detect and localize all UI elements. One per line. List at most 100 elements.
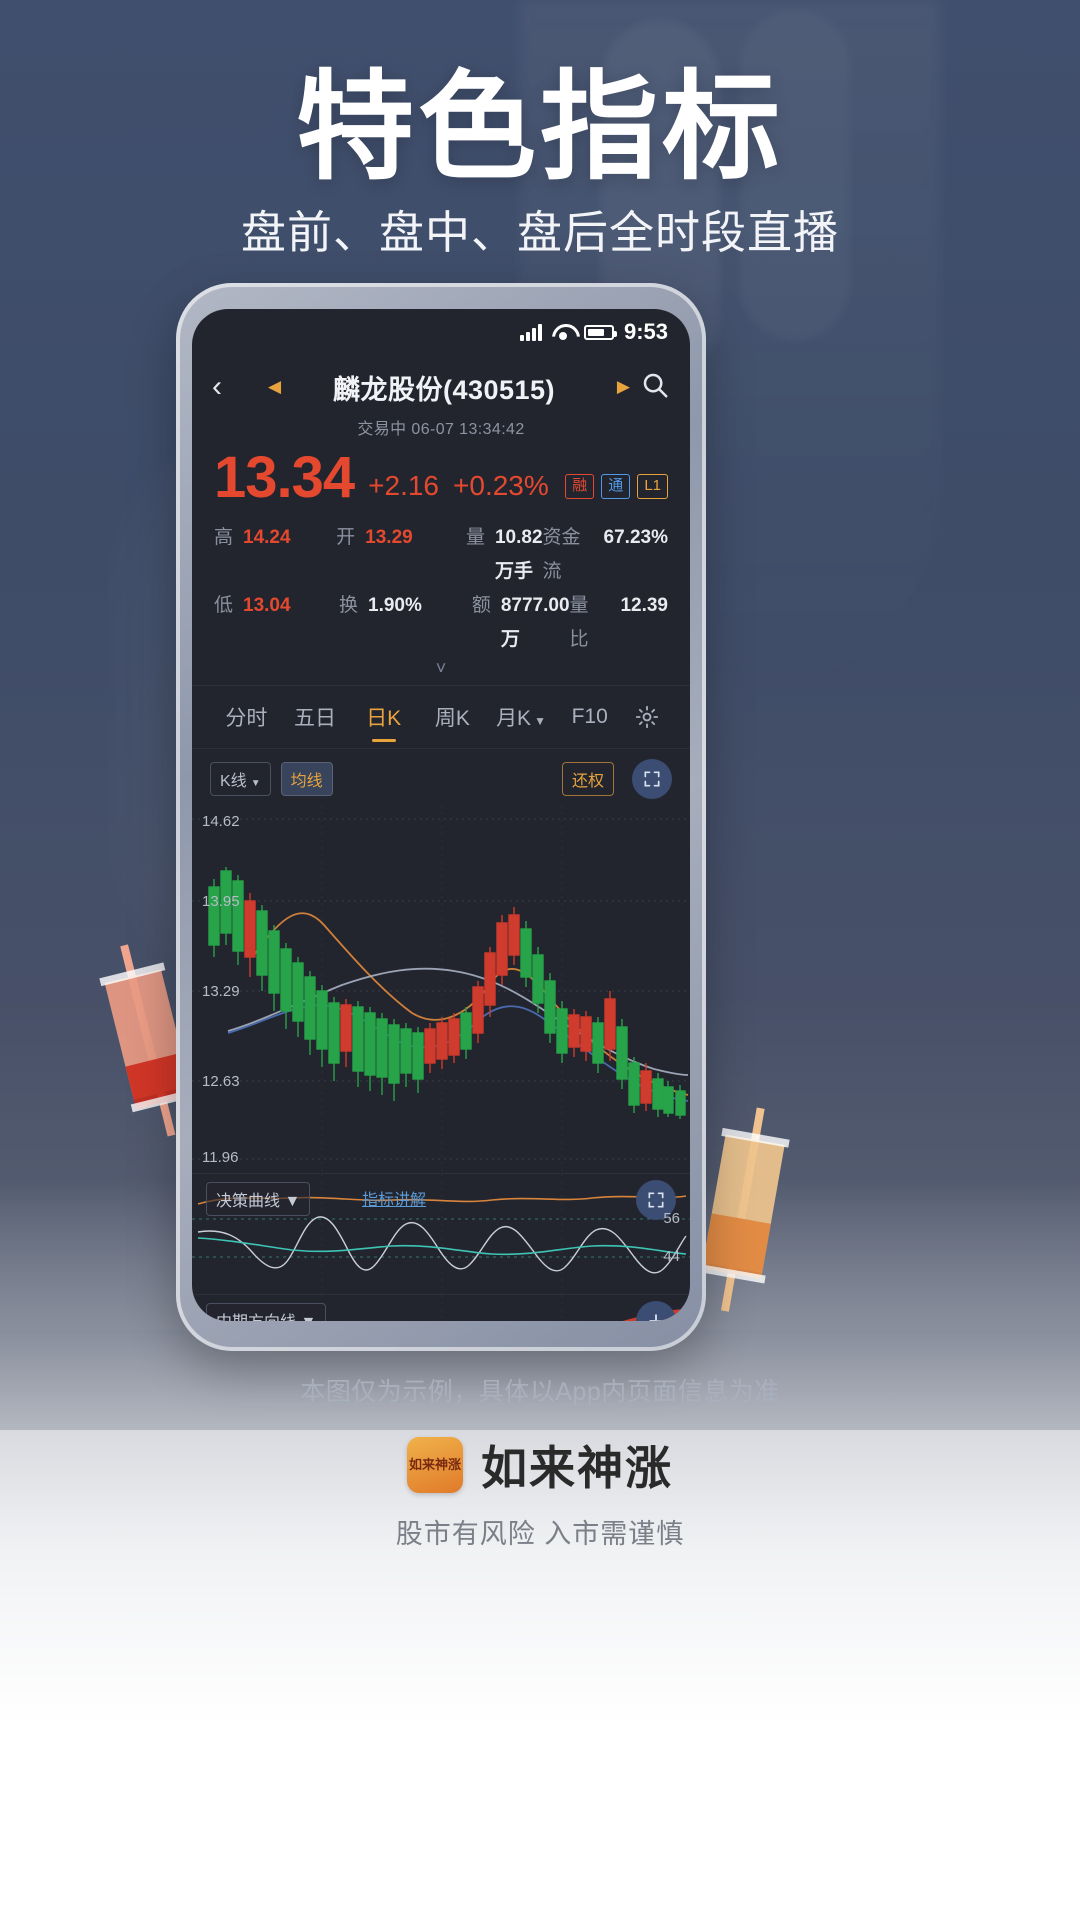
gear-icon <box>635 705 659 729</box>
decision-curve-selector[interactable]: 决策曲线 ▼ <box>206 1182 311 1216</box>
app-logo-text: 如来神涨 <box>408 1457 461 1473</box>
chevron-down-icon: ▼ <box>250 778 261 789</box>
quote-stats-row: 低 13.04 换 1.90% 额 8777.00万 量 比 12.39 <box>214 589 668 657</box>
tab-label: 五日 <box>294 707 336 730</box>
next-stock-icon[interactable]: ▶ <box>617 377 630 397</box>
mid-term-direction-panel[interactable]: 中期方向线 ▼ <box>192 1295 690 1321</box>
tab-monthly-k[interactable]: 月K ▼ <box>487 702 556 732</box>
stat-amount-value: 8777.00万 <box>500 595 570 650</box>
chart-period-tabs: 分时 五日 日K 周K 月K ▼ F10 <box>192 686 690 748</box>
price-change: +2.16 <box>368 470 440 501</box>
fullscreen-chart-button[interactable] <box>632 759 672 799</box>
chevron-down-icon: ▼ <box>534 714 546 728</box>
badge-connect: 通 <box>601 474 631 499</box>
app-logo-icon: 如来神涨 <box>407 1437 463 1493</box>
app-screen: 9:53 ‹ ◀ 麟龙股份(430515) ▶ 交易中 06-07 13:34:… <box>192 309 690 1321</box>
plus-icon <box>649 1314 663 1321</box>
stat-volume-ratio-value: 12.39 <box>620 595 668 616</box>
stat-low-key: 低 <box>214 595 234 616</box>
sub-panel-value-high: 56 <box>663 1210 680 1227</box>
stat-amount: 额 8777.00万 <box>472 589 570 657</box>
battery-icon <box>583 324 617 340</box>
cellular-signal-icon <box>519 323 542 341</box>
stat-volume: 量 10.82万手 <box>466 521 543 589</box>
chevron-down-icon: ▼ <box>296 1314 316 1321</box>
candlestick-chart-svg <box>192 805 690 1173</box>
stock-name-label: 麟龙股份(430515) <box>332 374 556 405</box>
prev-stock-icon[interactable]: ◀ <box>268 377 281 397</box>
stat-moneyflow-key: 资金流 <box>542 527 581 582</box>
stat-low: 低 13.04 <box>214 589 339 657</box>
quote-header: 13.34 +2.16 +0.23% 融 通 L1 <box>192 439 690 513</box>
stat-moneyflow-value: 67.23% <box>603 527 668 548</box>
stat-open: 开 13.29 <box>336 521 466 589</box>
tab-label: 周K <box>434 707 470 730</box>
stat-volume-key: 量 <box>465 527 485 548</box>
badge-level: L1 <box>637 474 668 499</box>
search-icon <box>643 373 668 397</box>
decision-curve-label: 决策曲线 <box>216 1193 281 1210</box>
y-axis-label: 14.62 <box>202 813 240 830</box>
status-bar: 9:53 <box>192 309 690 355</box>
stat-high: 高 14.24 <box>214 521 336 589</box>
tab-f10[interactable]: F10 <box>555 705 624 729</box>
y-axis-label: 13.29 <box>202 983 240 1000</box>
badge-margin: 融 <box>565 474 595 499</box>
candlestick-chart[interactable]: 14.62 13.95 13.29 12.63 11.96 <box>192 805 690 1173</box>
risk-warning: 股市有风险 入市需谨慎 <box>395 1519 685 1549</box>
stat-high-value: 14.24 <box>243 527 291 548</box>
search-button[interactable] <box>630 370 670 405</box>
disclaimer-note: 本图仅为示例，具体以App内页面信息为准 <box>300 1378 780 1406</box>
chart-type-selector[interactable]: K线 ▼ <box>210 762 271 796</box>
tab-label: 日K <box>366 707 402 730</box>
mid-term-direction-label: 中期方向线 <box>216 1314 296 1321</box>
stat-open-key: 开 <box>336 527 356 548</box>
adjust-price-label: 还权 <box>571 773 604 790</box>
chart-toolbar: K线 ▼ 均线 还权 <box>192 749 690 803</box>
stat-moneyflow: 资金流 67.23% <box>543 521 668 589</box>
decorative-candle-right <box>697 1107 790 1312</box>
adjust-price-button[interactable]: 还权 <box>561 762 614 796</box>
stat-volume-ratio-key: 量 比 <box>569 595 589 650</box>
last-price: 13.34 <box>214 445 355 510</box>
chart-type-label: K线 <box>220 773 247 790</box>
brand-name: 如来神涨 <box>481 1442 673 1494</box>
sub-panel-value-low: 44 <box>663 1248 680 1265</box>
poster-headline: 特色指标 <box>295 62 784 194</box>
tab-daily-k[interactable]: 日K <box>349 702 418 732</box>
nav-title: 麟龙股份(430515) <box>285 368 603 407</box>
poster-subheadline: 盘前、盘中、盘后全时段直播 <box>240 207 839 258</box>
back-button[interactable]: ‹ <box>212 370 246 404</box>
decision-curve-panel[interactable]: 决策曲线 ▼ 指标讲解 56 44 <box>192 1174 690 1294</box>
status-bar-time: 9:53 <box>623 319 668 344</box>
stat-turnover-value: 1.90% <box>368 595 422 616</box>
quote-badges: 融 通 L1 <box>565 474 668 507</box>
brand-row: 如来神涨 如来神涨 <box>0 1432 1080 1498</box>
stat-volume-value: 10.82万手 <box>494 527 543 582</box>
stat-amount-key: 额 <box>471 595 491 616</box>
price-change-percent: +0.23% <box>453 470 549 501</box>
expand-quote-button[interactable]: ˅ <box>214 657 668 679</box>
stat-low-value: 13.04 <box>243 595 291 616</box>
tab-fenshi[interactable]: 分时 <box>212 702 281 732</box>
stat-turnover-key: 换 <box>339 595 359 616</box>
quote-stats-row: 高 14.24 开 13.29 量 10.82万手 资金流 67.23% <box>214 521 668 589</box>
stat-volume-ratio: 量 比 12.39 <box>570 589 668 657</box>
nav-bar: ‹ ◀ 麟龙股份(430515) ▶ <box>192 355 690 419</box>
tab-weekly-k[interactable]: 周K <box>418 702 487 732</box>
background-footer <box>0 1430 1080 1920</box>
mid-term-direction-selector[interactable]: 中期方向线 ▼ <box>206 1303 327 1321</box>
moving-average-toggle[interactable]: 均线 <box>280 762 333 796</box>
chevron-down-icon: ▼ <box>280 1193 301 1210</box>
y-axis-label: 12.63 <box>202 1073 240 1090</box>
indicator-help-link[interactable]: 指标讲解 <box>362 1186 426 1210</box>
expand-icon <box>648 1192 664 1208</box>
y-axis-label: 13.95 <box>202 893 240 910</box>
quote-stats-grid: 高 14.24 开 13.29 量 10.82万手 资金流 67.23% 低 1… <box>192 513 690 679</box>
chart-settings-button[interactable] <box>624 704 670 730</box>
stat-turnover: 换 1.90% <box>339 589 472 657</box>
stat-high-key: 高 <box>214 527 234 548</box>
moving-average-label: 均线 <box>290 773 323 790</box>
tab-wuri[interactable]: 五日 <box>281 702 350 732</box>
tab-label: 分时 <box>225 707 268 730</box>
